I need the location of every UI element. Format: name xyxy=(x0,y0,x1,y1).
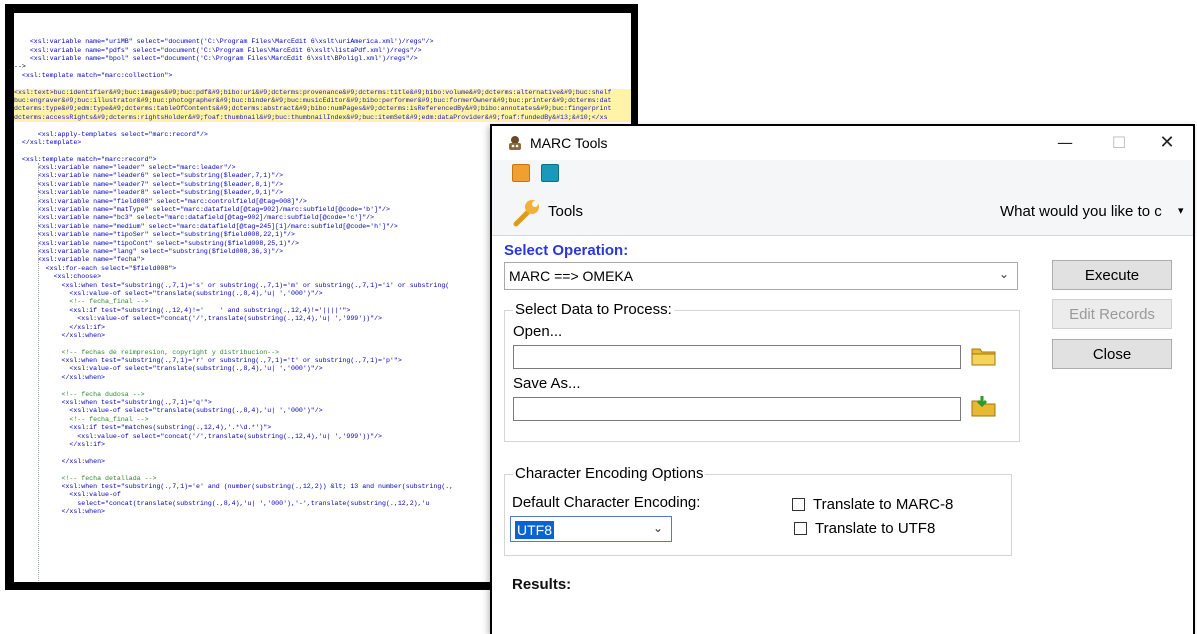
tools-tab[interactable]: Tools xyxy=(548,203,583,220)
chevron-down-icon: ⌄ xyxy=(652,521,663,535)
operation-select[interactable]: MARC ==> OMEKA ⌄ xyxy=(504,262,1018,290)
window-title: MARC Tools xyxy=(530,135,608,151)
code-line: <xsl:variable name="bpol" select="docume… xyxy=(14,55,418,62)
translate-marc8-checkbox[interactable]: Translate to MARC-8 xyxy=(792,496,953,513)
code-line: <xsl:template match="marc:collection"> xyxy=(14,71,173,79)
chevron-down-icon[interactable]: ▾ xyxy=(1178,204,1184,217)
close-button[interactable]: Close xyxy=(1052,339,1172,369)
operation-select-value: MARC ==> OMEKA xyxy=(509,268,634,284)
select-operation-label: Select Operation: xyxy=(504,242,629,259)
tell-me-search[interactable]: What would you like to c xyxy=(1000,203,1180,220)
encoding-options-group: Character Encoding Options xyxy=(504,465,1012,556)
quick-access-back-icon[interactable] xyxy=(512,164,530,182)
default-encoding-label: Default Character Encoding: xyxy=(512,494,701,511)
ribbon: Tools What would you like to c ▾ xyxy=(492,160,1193,236)
app-icon xyxy=(509,136,521,150)
code-line: dcterms:type&#9;edm:type&#9;dcterms:tabl… xyxy=(14,105,631,114)
open-label: Open... xyxy=(513,323,563,340)
checkbox-label: Translate to MARC-8 xyxy=(813,496,954,513)
code-line: buc:engraver&#9;buc:illustrator&#9;buc:p… xyxy=(14,96,631,106)
code-line: <xsl:variable name="uriMB" select="docum… xyxy=(14,38,434,46)
wrench-icon[interactable] xyxy=(510,196,544,230)
edit-records-button[interactable]: Edit Records xyxy=(1052,299,1172,329)
group-title: Character Encoding Options xyxy=(513,465,706,482)
main-panel: Select Operation: MARC ==> OMEKA ⌄ Selec… xyxy=(492,236,1193,634)
code-line: --> xyxy=(14,63,26,71)
translate-utf8-checkbox[interactable]: Translate to UTF8 xyxy=(794,520,935,537)
quick-access-settings-icon[interactable] xyxy=(541,164,559,182)
group-title: Select Data to Process: xyxy=(513,301,674,318)
indent-guide xyxy=(38,163,39,582)
title-bar: MARC Tools — ☐ ✕ xyxy=(492,126,1193,160)
checkbox-box[interactable] xyxy=(792,498,805,511)
encoding-select-value: UTF8 xyxy=(515,521,554,539)
checkbox-label: Translate to UTF8 xyxy=(815,520,936,537)
minimize-button[interactable]: — xyxy=(1042,126,1088,158)
open-path-input[interactable] xyxy=(513,345,961,369)
results-label: Results: xyxy=(512,576,572,593)
code-line: dcterms:accessRights&#9;dcterms:rightsHo… xyxy=(14,113,631,123)
execute-button[interactable]: Execute xyxy=(1052,260,1172,290)
code-line: <xsl:text>buc:identifier&#9;buc:images&#… xyxy=(14,88,631,97)
close-window-button[interactable]: ✕ xyxy=(1144,126,1190,158)
encoding-select[interactable]: UTF8 ⌄ xyxy=(510,516,672,542)
save-as-label: Save As... xyxy=(513,375,581,392)
folder-open-icon[interactable] xyxy=(971,345,997,367)
code-line: <xsl:variable name="pdfs" select="docume… xyxy=(14,46,422,54)
save-path-input[interactable] xyxy=(513,397,961,421)
checkbox-box[interactable] xyxy=(794,522,807,535)
marc-tools-window: MARC Tools — ☐ ✕ Tools What would you li… xyxy=(490,124,1195,634)
chevron-down-icon: ⌄ xyxy=(998,267,1009,281)
folder-save-icon[interactable] xyxy=(971,395,997,417)
maximize-button[interactable]: ☐ xyxy=(1096,126,1142,158)
data-to-process-group: Select Data to Process: Open... Save As.… xyxy=(504,301,1020,442)
